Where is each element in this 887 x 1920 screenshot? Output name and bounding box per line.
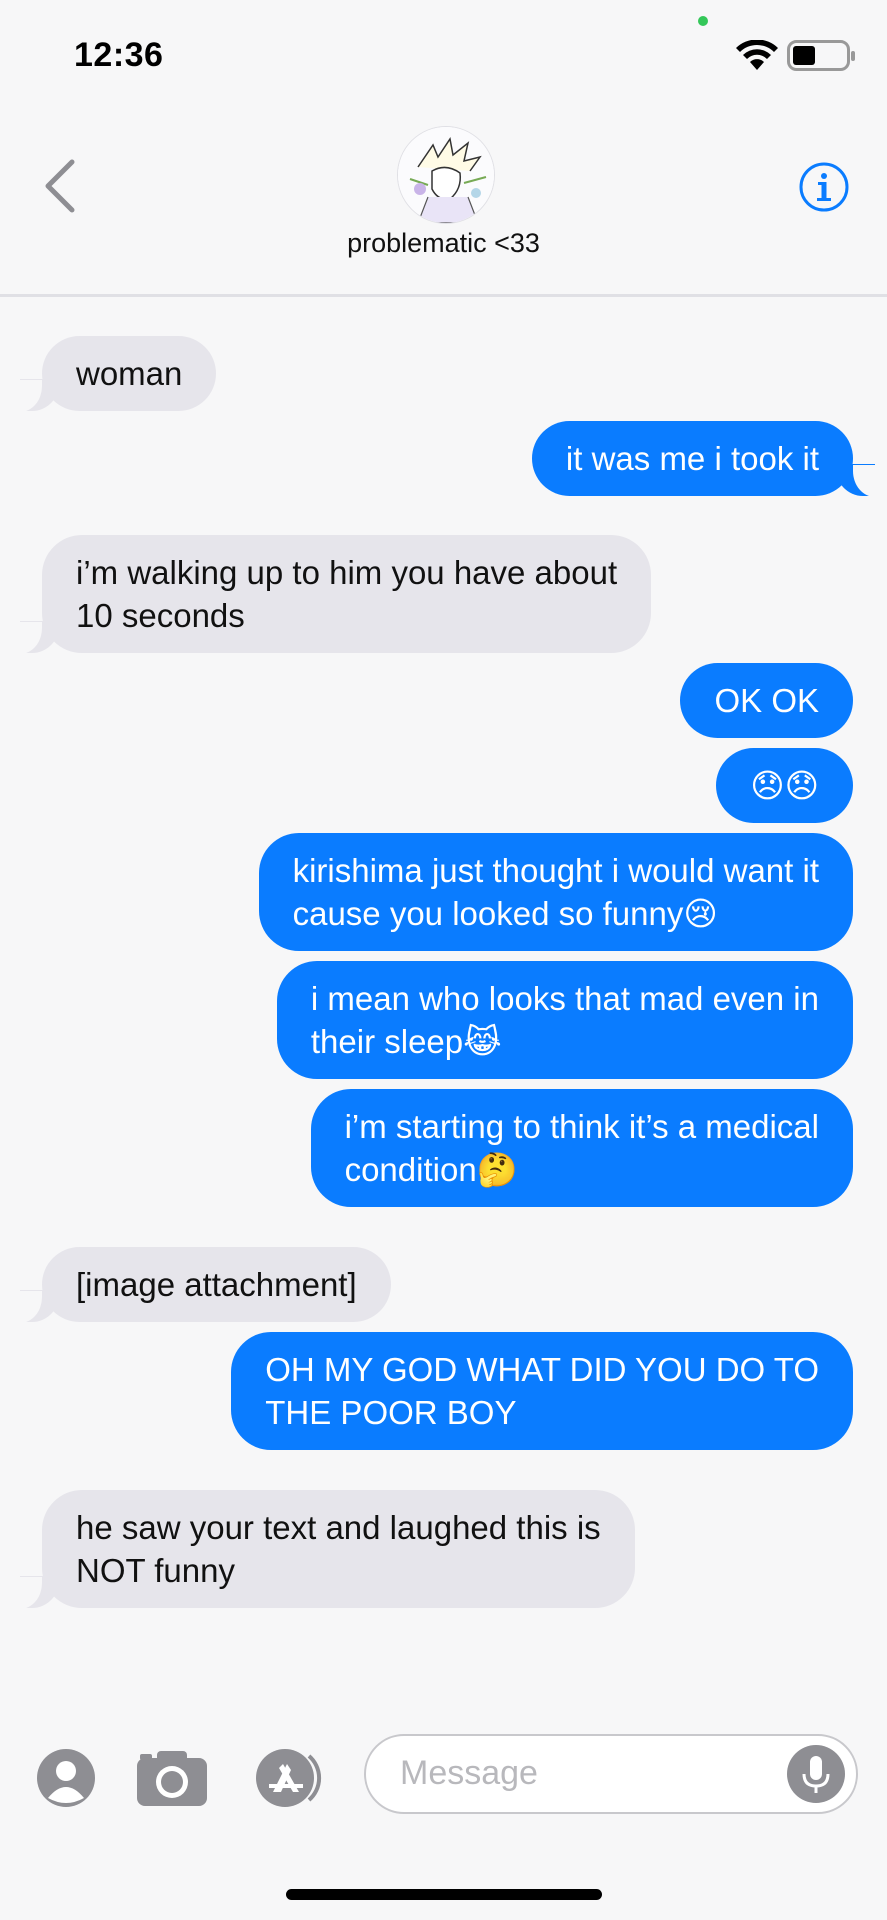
incoming-message[interactable]: woman	[17, 336, 217, 412]
contact-icon[interactable]	[36, 1748, 96, 1808]
status-time: 12:36	[74, 36, 164, 74]
chevron-left-icon[interactable]	[40, 158, 80, 214]
message-list[interactable]: woman it was me i took it i’m walking up…	[0, 297, 887, 1717]
outgoing-message[interactable]: it was me i took it	[531, 421, 878, 497]
avatar-sketch-image	[398, 127, 494, 223]
battery-icon	[787, 40, 855, 71]
microphone-icon[interactable]	[786, 1744, 846, 1804]
message-input[interactable]: Message	[364, 1734, 858, 1814]
info-icon[interactable]	[798, 161, 850, 213]
status-bar: 12:36	[0, 0, 887, 105]
incoming-message[interactable]: [image attachment]	[18, 1247, 391, 1323]
incoming-message[interactable]: i’m walking up to him you have about 10 …	[17, 535, 652, 654]
contact-avatar[interactable]	[397, 126, 495, 224]
app-store-icon[interactable]	[253, 1748, 333, 1808]
message-placeholder: Message	[400, 1754, 538, 1792]
outgoing-message[interactable]: i’m starting to think it’s a medical con…	[310, 1089, 853, 1207]
privacy-indicator-dot	[698, 16, 708, 26]
wifi-icon	[736, 40, 778, 70]
incoming-message[interactable]: he saw your text and laughed this is NOT…	[18, 1490, 635, 1609]
contact-name[interactable]: problematic <33	[0, 228, 887, 259]
outgoing-message[interactable]: 😞😞	[716, 748, 853, 823]
outgoing-message[interactable]: kirishima just thought i would want it c…	[258, 833, 853, 951]
camera-icon[interactable]	[135, 1748, 209, 1808]
outgoing-message[interactable]: i mean who looks that mad even in their …	[276, 961, 853, 1079]
outgoing-message[interactable]: OH MY GOD WHAT DID YOU DO TO THE POOR BO…	[231, 1332, 853, 1450]
outgoing-message[interactable]: OK OK	[680, 663, 853, 738]
home-indicator[interactable]	[286, 1889, 602, 1900]
